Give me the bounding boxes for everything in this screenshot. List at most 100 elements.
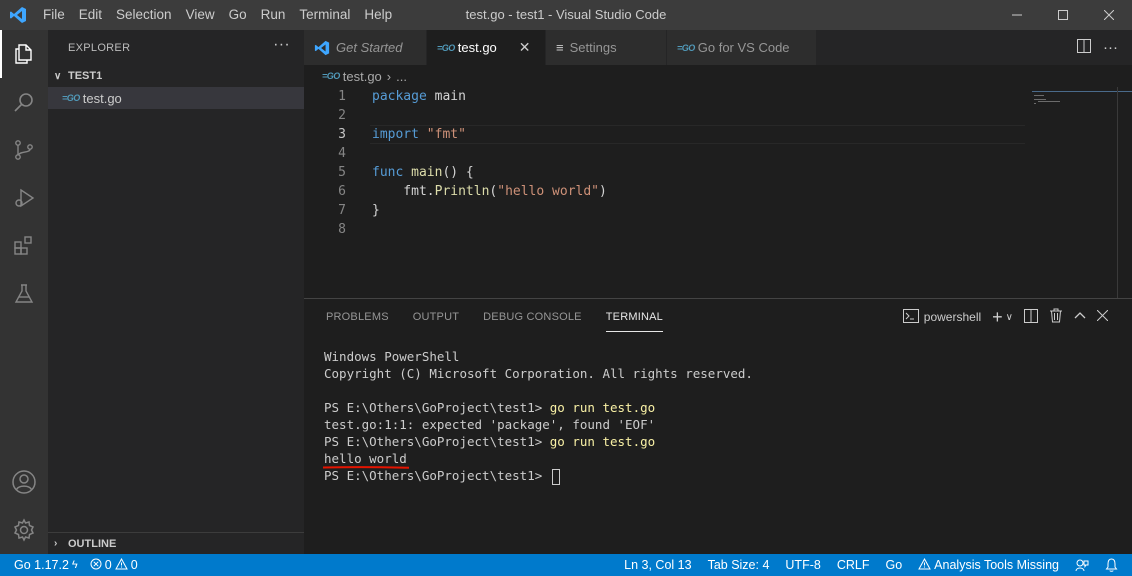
testing-icon[interactable] — [0, 270, 48, 318]
tab-settings[interactable]: ≡ Settings — [546, 30, 667, 65]
line-number: 6 — [338, 184, 346, 199]
explorer-title: EXPLORER — [68, 41, 131, 54]
terminal-selector[interactable]: powershell — [902, 308, 981, 326]
terminal-text: hello world — [323, 451, 409, 469]
encoding[interactable]: UTF-8 — [785, 558, 820, 572]
terminal-text: Windows PowerShell — [324, 349, 460, 364]
tab-go-for-vscode[interactable]: =GO Go for VS Code — [667, 30, 817, 65]
menu-selection[interactable]: Selection — [109, 0, 179, 30]
terminal-line: hello world — [323, 450, 753, 469]
menu-go[interactable]: Go — [222, 0, 254, 30]
code-token: main — [411, 165, 443, 180]
code-line[interactable]: 2 — [304, 106, 1024, 125]
tab-label: Settings — [569, 40, 617, 55]
close-tab-icon[interactable]: ✕ — [519, 39, 531, 56]
extensions-icon[interactable] — [0, 222, 48, 270]
terminal-output[interactable]: Windows PowerShell Copyright (C) Microsof… — [323, 348, 753, 485]
code-token: } — [372, 203, 380, 218]
bottom-panel: PROBLEMS OUTPUT DEBUG CONSOLE TERMINAL p… — [304, 298, 1132, 554]
problems-status[interactable]: 0 0 — [90, 557, 138, 573]
file-name: test.go — [82, 90, 122, 106]
cursor-position[interactable]: Ln 3, Col 13 — [624, 558, 691, 572]
source-control-icon[interactable] — [0, 126, 48, 174]
tab-problems[interactable]: PROBLEMS — [326, 299, 389, 335]
menu-terminal[interactable]: Terminal — [292, 0, 357, 30]
code-text: package main — [372, 87, 466, 106]
account-icon[interactable] — [0, 458, 48, 506]
breadcrumb-rest[interactable]: ... — [396, 69, 407, 84]
code-line[interactable]: 1 package main — [304, 87, 1024, 106]
terminal-icon — [902, 308, 919, 326]
menu-help[interactable]: Help — [357, 0, 399, 30]
warning-count: 0 — [130, 558, 138, 572]
code-line[interactable]: 7} — [304, 201, 1024, 220]
end-of-line[interactable]: CRLF — [837, 558, 870, 572]
run-debug-icon[interactable] — [0, 174, 48, 222]
editor-tabs: Get Started =GO test.go ✕ ≡ Settings =GO… — [304, 30, 1132, 65]
line-number: 1 — [338, 89, 346, 104]
breadcrumb-separator: › — [386, 68, 392, 84]
code-line[interactable]: 8 — [304, 220, 1024, 239]
tab-debug-console[interactable]: DEBUG CONSOLE — [483, 299, 582, 335]
close-window-button[interactable] — [1086, 0, 1132, 30]
tab-label: Go for VS Code — [697, 40, 790, 55]
more-actions-icon[interactable]: ··· — [1103, 39, 1118, 56]
menu-run[interactable]: Run — [254, 0, 293, 30]
analysis-tools-status[interactable]: Analysis Tools Missing — [918, 557, 1059, 573]
manage-gear-icon[interactable] — [0, 506, 48, 554]
split-editor-icon[interactable] — [1077, 38, 1091, 57]
go-file-icon: =GO — [677, 42, 695, 53]
notifications-bell-icon[interactable] — [1105, 558, 1118, 572]
code-editor[interactable]: 1 package main 2 3 import "fmt" 4 5 func main()… — [304, 87, 1132, 298]
tab-output[interactable]: OUTPUT — [413, 299, 459, 335]
minimize-button[interactable] — [994, 0, 1040, 30]
code-token: main — [426, 89, 466, 104]
menu-bar: File Edit Selection View Go Run Terminal… — [36, 0, 399, 30]
vertical-scrollbar[interactable] — [1117, 87, 1118, 298]
file-item-test-go[interactable]: =GO test.go — [48, 87, 304, 109]
tab-get-started[interactable]: Get Started — [304, 30, 427, 65]
breadcrumb-file[interactable]: test.go — [343, 69, 382, 84]
code-line[interactable]: 3 import "fmt" — [304, 125, 1024, 144]
terminal-line: Copyright (C) Microsoft Corporation. All… — [324, 365, 753, 382]
new-terminal-plus-icon[interactable]: + — [992, 307, 1003, 328]
tab-test-go[interactable]: =GO test.go ✕ — [427, 30, 546, 65]
code-text: func main() { — [372, 163, 474, 182]
close-panel-icon[interactable] — [1096, 309, 1109, 324]
line-number: 4 — [338, 146, 346, 161]
title-bar: File Edit Selection View Go Run Terminal… — [0, 0, 1132, 30]
split-terminal-icon[interactable] — [1024, 308, 1038, 326]
code-line[interactable]: 5 func main() { — [304, 163, 1024, 182]
code-token: fmt. — [372, 184, 435, 199]
code-line[interactable]: 6 fmt.Println("hello world") — [304, 182, 1024, 201]
more-actions-icon[interactable]: ··· — [273, 36, 290, 54]
terminal-line: PS E:\Others\GoProject\test1> go run tes… — [324, 399, 753, 416]
tab-size[interactable]: Tab Size: 4 — [708, 558, 770, 572]
outline-section[interactable]: › OUTLINE — [48, 532, 304, 554]
trash-icon[interactable] — [1049, 308, 1063, 326]
tab-terminal[interactable]: TERMINAL — [605, 299, 663, 332]
menu-view[interactable]: View — [179, 0, 222, 30]
code-line[interactable]: 4 — [304, 144, 1024, 163]
chevron-down-icon[interactable]: ∨ — [1006, 312, 1013, 323]
folder-test1[interactable]: ∨ TEST1 — [48, 65, 304, 87]
settings-list-icon: ≡ — [556, 40, 564, 55]
language-mode[interactable]: Go — [885, 558, 902, 572]
menu-file[interactable]: File — [36, 0, 72, 30]
maximize-panel-chevron-up-icon[interactable] — [1074, 310, 1086, 325]
code-token: ) — [599, 184, 607, 199]
terminal-line: PS E:\Others\GoProject\test1> — [324, 467, 753, 485]
analysis-label: Analysis Tools Missing — [934, 558, 1059, 572]
minimap[interactable] — [1032, 87, 1118, 298]
maximize-button[interactable] — [1040, 0, 1086, 30]
code-token: () { — [442, 165, 474, 180]
feedback-icon[interactable] — [1075, 558, 1089, 572]
menu-edit[interactable]: Edit — [72, 0, 109, 30]
explorer-icon[interactable] — [0, 30, 48, 78]
search-icon[interactable] — [0, 78, 48, 126]
error-icon — [90, 558, 102, 573]
go-version-status[interactable]: Go 1.17.2 ϟ — [14, 558, 78, 572]
